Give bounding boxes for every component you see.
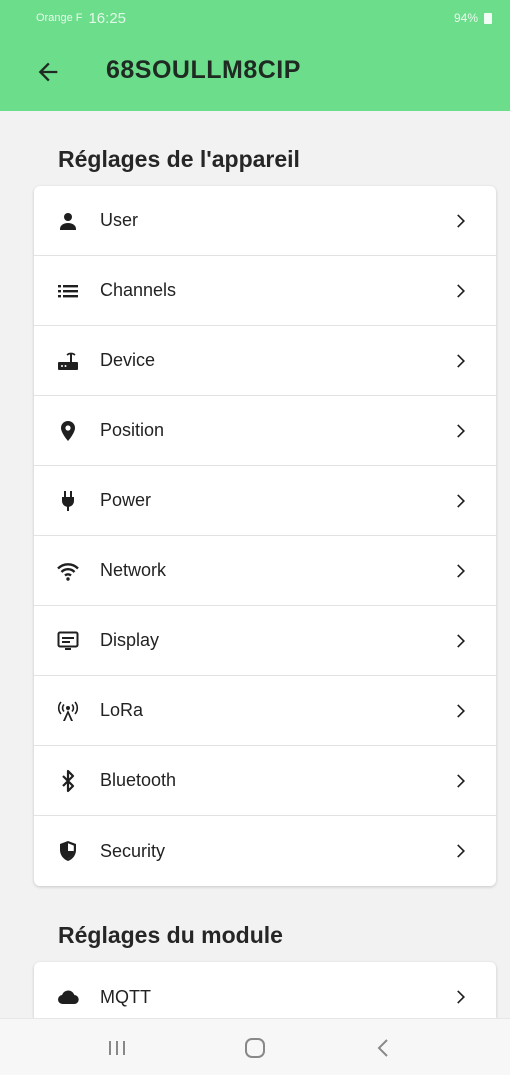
settings-item-device[interactable]: Device (34, 326, 496, 396)
wifi-icon (54, 557, 82, 585)
router-icon (54, 347, 82, 375)
chevron-right-icon (457, 354, 465, 368)
cloud-icon (54, 983, 82, 1011)
chevron-right-icon (457, 214, 465, 228)
battery-percent: 94% (453, 11, 478, 25)
back-icon[interactable] (364, 1033, 404, 1063)
person-icon (54, 207, 82, 235)
settings-item-channels[interactable]: Channels (34, 256, 496, 326)
status-bar: Orange F 16:25 94% (0, 0, 510, 36)
settings-item-mqtt[interactable]: MQTT (34, 962, 496, 1018)
carrier-label: Orange F (36, 12, 83, 24)
settings-item-label: Display (100, 630, 160, 650)
settings-item-label: MQTT (100, 986, 151, 1007)
settings-item-lora[interactable]: LoRa (34, 676, 496, 746)
system-nav-bar (0, 1018, 510, 1075)
shield-icon (54, 837, 82, 865)
settings-item-position[interactable]: Position (34, 396, 496, 466)
page-title: 68SOULLM8CIP (106, 56, 301, 84)
chevron-right-icon (457, 844, 465, 858)
chevron-right-icon (457, 704, 465, 718)
chevron-right-icon (457, 774, 465, 788)
recents-icon[interactable] (97, 1033, 137, 1063)
module-settings-title: Réglages du module (58, 922, 283, 948)
settings-item-network[interactable]: Network (34, 536, 496, 606)
settings-item-bluetooth[interactable]: Bluetooth (34, 746, 496, 816)
list-icon (54, 277, 82, 305)
settings-item-label: Channels (100, 280, 177, 300)
chevron-right-icon (457, 494, 465, 508)
module-settings-card: MQTT (34, 962, 496, 1018)
settings-item-display[interactable]: Display (34, 606, 496, 676)
settings-item-security[interactable]: Security (34, 816, 496, 886)
settings-item-label: Power (100, 490, 152, 510)
bluetooth-icon (54, 767, 82, 795)
arrow-left-icon[interactable] (34, 58, 62, 86)
chevron-right-icon (457, 424, 465, 438)
home-icon[interactable] (235, 1033, 275, 1063)
status-time: 16:25 (88, 9, 127, 27)
settings-item-user[interactable]: User (34, 186, 496, 256)
chevron-right-icon (457, 634, 465, 648)
battery-icon (484, 12, 492, 24)
antenna-icon (54, 697, 82, 725)
chevron-right-icon (457, 284, 465, 298)
settings-item-label: LoRa (100, 700, 144, 720)
settings-item-label: Bluetooth (100, 770, 177, 790)
device-settings-title: Réglages de l'appareil (58, 146, 300, 172)
settings-item-power[interactable]: Power (34, 466, 496, 536)
device-settings-card: User Channels Device Position Power Netw (34, 186, 496, 886)
settings-item-label: Device (100, 350, 156, 370)
settings-item-label: User (100, 210, 139, 230)
power-plug-icon (54, 487, 82, 515)
location-pin-icon (54, 417, 82, 445)
toolbar: 68SOULLM8CIP (0, 44, 510, 100)
chevron-right-icon (457, 990, 465, 1004)
app-bar: Orange F 16:25 94% 68SOULLM8CIP (0, 0, 510, 111)
settings-item-label: Security (100, 840, 166, 861)
settings-item-label: Position (100, 420, 165, 440)
chevron-right-icon (457, 564, 465, 578)
display-icon (54, 627, 82, 655)
settings-item-label: Network (100, 560, 167, 580)
